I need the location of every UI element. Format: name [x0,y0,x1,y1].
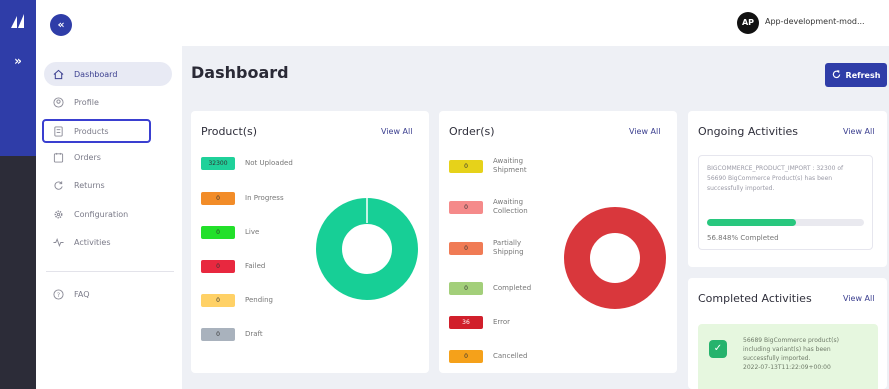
sidebar-item-profile[interactable]: Profile [44,90,172,114]
app-logo-icon [11,14,24,28]
status-label: Error [493,318,511,326]
product-status-row: 32300 Not Uploaded [201,157,305,170]
status-label: Not Uploaded [245,159,293,167]
completed-activity-timestamp: 2022-07-13T11:22:09+00:00 [743,364,831,371]
completed-view-all-link[interactable]: View All [843,294,874,303]
status-badge: 0 [449,350,483,363]
status-badge: 0 [449,200,483,214]
sidebar: « Dashboard Profile Products Orders Retu… [36,0,182,389]
products-view-all-link[interactable]: View All [381,127,412,136]
status-badge: 0 [449,241,483,255]
completed-activity-item: ✓ 56689 BigCommerce product(s) including… [698,324,878,389]
sidebar-item-label: Dashboard [74,69,118,79]
sidebar-item-activities[interactable]: Activities [44,230,172,254]
sidebar-item-products[interactable]: Products [42,119,151,143]
product-status-row: 0 In Progress [201,192,305,205]
sidebar-item-label: Returns [74,180,105,190]
order-status-row: 36 Error [449,316,553,329]
sidebar-item-label: Activities [74,237,111,247]
orders-view-all-link[interactable]: View All [629,127,660,136]
products-card: Product(s) View All 32300 Not Uploaded 0… [191,111,429,373]
order-status-row: 0 Completed [449,282,553,295]
completed-activity-text: 56689 BigCommerce product(s) including v… [743,336,868,372]
status-badge: 32300 [201,157,235,170]
profile-icon [52,96,64,108]
completed-activity-message: 56689 BigCommerce product(s) including v… [743,337,839,362]
status-label: In Progress [245,194,284,202]
product-status-row: 0 Draft [201,328,305,341]
orders-icon [52,151,64,163]
products-donut-chart [316,197,418,300]
sidebar-item-orders[interactable]: Orders [44,145,172,169]
sidebar-item-label: Profile [74,97,99,107]
products-icon [52,125,64,137]
order-status-row: 0 Awaiting Shipment [449,157,553,175]
avatar[interactable]: AP [737,12,759,34]
ongoing-activities-title: Ongoing Activities [698,125,799,138]
order-status-row: 0 Partially Shipping [449,239,553,257]
status-label: Failed [245,262,266,270]
status-label: Live [245,228,260,236]
status-label: Awaiting Shipment [493,157,527,174]
status-label: Pending [245,296,273,304]
completed-activities-title: Completed Activities [698,292,812,305]
help-icon: ? [52,288,64,300]
orders-card-title: Order(s) [449,125,495,138]
returns-icon [52,179,64,191]
product-status-row: 0 Live [201,226,305,239]
status-label: Awaiting Collection [493,198,528,215]
status-label: Cancelled [493,352,528,360]
status-badge: 0 [201,192,235,205]
completed-activities-card: Completed Activities View All ✓ 56689 Bi… [688,278,887,389]
svg-text:?: ? [56,290,59,298]
order-status-row: 0 Awaiting Collection [449,198,553,216]
sidebar-item-label: Orders [74,152,101,162]
collapse-sidebar-button[interactable]: « [50,14,72,36]
account-name[interactable]: App-development-mod... [765,17,865,26]
page-title: Dashboard [191,63,289,82]
status-badge: 0 [201,260,235,273]
sidebar-item-faq[interactable]: ? FAQ [44,282,172,306]
status-label: Partially Shipping [493,239,524,256]
order-status-row: 0 Cancelled [449,350,553,363]
status-label: Draft [245,330,263,338]
gear-icon [52,208,64,220]
product-status-row: 0 Pending [201,294,305,307]
sidebar-item-label: Configuration [74,209,129,219]
orders-donut-chart [564,207,666,309]
sidebar-divider [46,271,174,272]
import-progress-bar [707,219,864,226]
sidebar-item-label: Products [74,126,109,136]
activity-icon [52,236,64,248]
progress-label: 56.848% Completed [707,234,779,242]
products-card-title: Product(s) [201,125,258,138]
ongoing-activity-item: BIGCOMMERCE_PRODUCT_IMPORT : 32300 of 56… [698,155,873,250]
orders-card: Order(s) View All 0 Awaiting Shipment 0 … [439,111,677,373]
import-progress-fill [707,219,797,226]
ongoing-activity-message: BIGCOMMERCE_PRODUCT_IMPORT : 32300 of 56… [707,165,844,192]
expand-rail-icon[interactable]: » [0,54,36,68]
refresh-icon [832,69,841,81]
check-icon: ✓ [709,340,727,358]
top-bar: AP App-development-mod... [182,0,889,46]
ongoing-view-all-link[interactable]: View All [843,127,874,136]
refresh-label: Refresh [845,70,881,80]
refresh-button[interactable]: Refresh [825,63,887,87]
sidebar-item-configuration[interactable]: Configuration [44,202,172,226]
status-badge: 36 [449,316,483,329]
status-badge: 0 [201,328,235,341]
app-rail: » [0,0,36,389]
ongoing-activities-card: Ongoing Activities View All BIGCOMMERCE_… [688,111,887,267]
status-badge: 0 [449,282,483,295]
status-badge: 0 [201,294,235,307]
sidebar-item-returns[interactable]: Returns [44,173,172,197]
status-badge: 0 [201,226,235,239]
status-label: Completed [493,284,532,292]
sidebar-item-dashboard[interactable]: Dashboard [44,62,172,86]
status-badge: 0 [449,159,483,173]
product-status-row: 0 Failed [201,260,305,273]
home-icon [52,68,64,80]
sidebar-item-label: FAQ [74,289,90,299]
